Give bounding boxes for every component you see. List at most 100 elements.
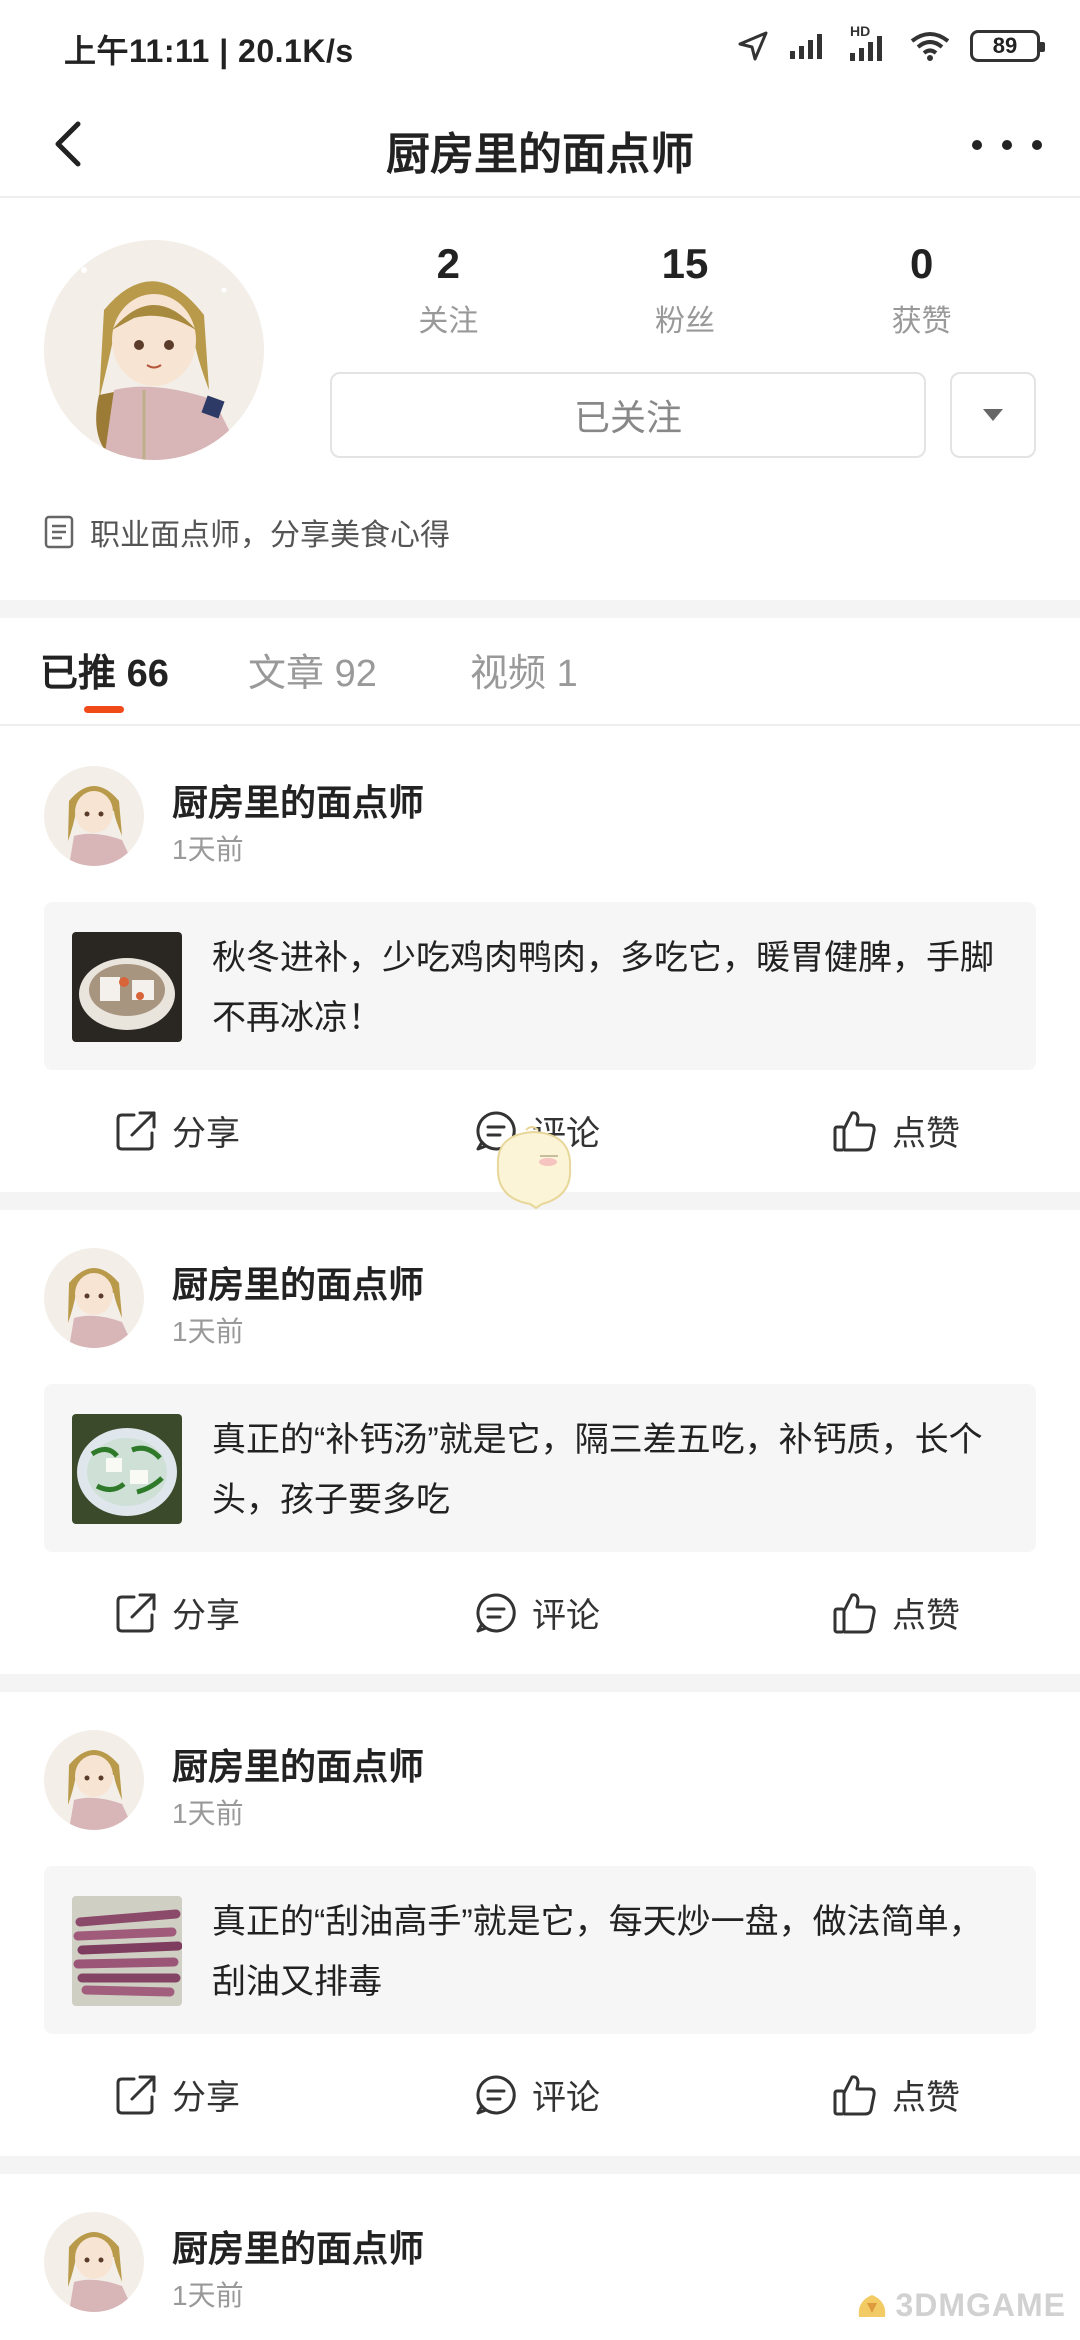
share-button[interactable]: 分享 [114, 2070, 240, 2119]
comment-button[interactable]: 评论 [474, 1588, 600, 1637]
battery-icon: 89 [970, 30, 1045, 62]
post-divider [0, 2156, 1080, 2174]
stat-label: 关注 [418, 305, 479, 338]
stat-label: 粉丝 [655, 305, 715, 338]
article-card[interactable]: 真正的“补钙汤”就是它，隔三差五吃，补钙质，长个头，孩子要多吃 [44, 1384, 1036, 1552]
post-time: 1天前 [172, 834, 244, 865]
article-title: 秋冬进补，少吃鸡肉鸭肉，多吃它，暖胃健脾，手脚不再冰凉！ [212, 939, 994, 1037]
author-avatar[interactable] [44, 766, 144, 866]
post-time: 1天前 [172, 1316, 244, 1347]
watermark-logo-icon [859, 2294, 886, 2317]
feed-post[interactable]: 厨房里的面点师 1天前 秋冬进补，少吃鸡肉鸭肉，多吃它，暖胃健脾，手脚不再冰凉！… [0, 728, 1080, 1192]
post-divider [0, 1674, 1080, 1692]
like-label: 点赞 [892, 2079, 960, 2117]
status-icons: HD 89 [736, 23, 1045, 66]
signal-icon [790, 34, 822, 59]
thumbs-up-icon [833, 2074, 876, 2115]
share-button[interactable]: 分享 [114, 1106, 240, 1155]
article-card[interactable]: 秋冬进补，少吃鸡肉鸭肉，多吃它，暖胃健脾，手脚不再冰凉！ [44, 902, 1036, 1070]
stat-likes[interactable]: 0 获赞 [803, 240, 1040, 360]
like-button[interactable]: 点赞 [832, 1588, 960, 1637]
feed-post[interactable]: 厨房里的面点师 1天前 真正的“刮油高手”就是它，每天炒一盘，做法简单，刮油又排… [0, 1692, 1080, 2156]
post-author[interactable]: 厨房里的面点师 [172, 1738, 424, 1790]
profile-avatar[interactable] [44, 240, 264, 460]
like-button[interactable]: 点赞 [832, 2070, 960, 2119]
signal-hd-icon: HD [846, 23, 890, 63]
article-title: 真正的“刮油高手”就是它，每天炒一盘，做法简单，刮油又排毒 [212, 1903, 983, 2001]
status-bar: 上午11:11 | 20.1K/s HD 89 [0, 0, 1080, 90]
tab-label: 视频 [470, 653, 547, 695]
more-dot-icon [1002, 140, 1012, 150]
like-label: 点赞 [892, 1597, 960, 1635]
like-label: 点赞 [892, 1115, 960, 1153]
share-icon [116, 1593, 156, 1632]
document-icon [44, 515, 74, 549]
comment-icon [476, 2074, 516, 2114]
tab-label: 文章 [248, 653, 325, 695]
floating-mascot[interactable] [486, 1126, 582, 1210]
share-label: 分享 [172, 1597, 240, 1635]
post-time: 1天前 [172, 1798, 244, 1829]
article-thumbnail [72, 1414, 182, 1524]
share-icon [116, 2075, 156, 2114]
nav-bar: 厨房里的面点师 [0, 90, 1080, 198]
stat-label: 获赞 [891, 305, 952, 338]
page-title: 厨房里的面点师 [386, 130, 694, 179]
share-icon [116, 1111, 156, 1150]
status-time-speed: 上午11:11 | 20.1K/s [64, 33, 354, 69]
article-title: 真正的“补钙汤”就是它，隔三差五吃，补钙质，长个头，孩子要多吃 [212, 1421, 983, 1519]
post-actions: 分享 评论 点赞 [0, 2046, 1080, 2146]
post-actions: 分享 评论 点赞 [0, 1564, 1080, 1664]
author-avatar[interactable] [44, 2212, 144, 2312]
tab-count: 92 [334, 653, 377, 695]
content-tabs: 已推 66 文章 92 视频 1 [0, 618, 1080, 726]
author-avatar[interactable] [44, 1248, 144, 1348]
comment-button[interactable]: 评论 [474, 2070, 600, 2119]
share-label: 分享 [172, 1115, 240, 1153]
thumbs-up-icon [833, 1110, 876, 1151]
tab-count: 66 [126, 653, 169, 695]
profile-bio: 职业面点师，分享美食心得 [44, 510, 450, 554]
comment-icon [476, 1592, 516, 1632]
followed-button[interactable]: 已关注 [330, 372, 926, 458]
post-time: 1天前 [172, 2280, 244, 2311]
more-dot-icon [1032, 140, 1042, 150]
tab-count: 1 [556, 653, 578, 695]
post-author[interactable]: 厨房里的面点师 [172, 1256, 424, 1308]
author-avatar[interactable] [44, 1730, 144, 1830]
tab-active-indicator [84, 706, 124, 713]
tab-articles[interactable]: 文章 92 [248, 642, 377, 697]
chick-mascot-icon [496, 1126, 572, 1210]
comment-label: 评论 [532, 1597, 600, 1635]
article-thumbnail [72, 932, 182, 1042]
stat-value: 2 [436, 240, 461, 287]
feed-post[interactable]: 厨房里的面点师 1天前 真正的“补钙汤”就是它，隔三差五吃，补钙质，长个头，孩子… [0, 1210, 1080, 1674]
comment-label: 评论 [532, 2079, 600, 2117]
stat-followers[interactable]: 15 粉丝 [567, 240, 804, 360]
wifi-icon [910, 32, 950, 61]
stat-value: 0 [910, 240, 934, 287]
stat-following[interactable]: 2 关注 [330, 240, 567, 360]
post-author[interactable]: 厨房里的面点师 [172, 774, 424, 826]
bio-text: 职业面点师，分享美食心得 [90, 519, 450, 552]
share-label: 分享 [172, 2079, 240, 2117]
article-card[interactable]: 真正的“刮油高手”就是它，每天炒一盘，做法简单，刮油又排毒 [44, 1866, 1036, 2034]
more-button[interactable] [972, 120, 1042, 170]
recommend-dropdown-button[interactable] [950, 372, 1036, 458]
share-button[interactable]: 分享 [114, 1588, 240, 1637]
post-author[interactable]: 厨房里的面点师 [172, 2220, 424, 2272]
caret-down-icon [983, 409, 1003, 421]
watermark: 3DMGAME [855, 2287, 1066, 2324]
tab-recommended[interactable]: 已推 66 [40, 642, 169, 697]
tab-label: 已推 [40, 653, 117, 695]
location-icon [738, 31, 768, 61]
article-thumbnail [72, 1896, 182, 2006]
section-divider [0, 600, 1080, 618]
profile-stats: 2 关注 15 粉丝 0 获赞 [330, 240, 1040, 360]
thumbs-up-icon [833, 1592, 876, 1633]
stat-value: 15 [661, 240, 709, 287]
profile-header: 2 关注 15 粉丝 0 获赞 已关注 职业面点师，分享美食心得 [0, 200, 1080, 600]
more-dot-icon [972, 140, 982, 150]
tab-videos[interactable]: 视频 1 [470, 642, 578, 697]
like-button[interactable]: 点赞 [832, 1106, 960, 1155]
